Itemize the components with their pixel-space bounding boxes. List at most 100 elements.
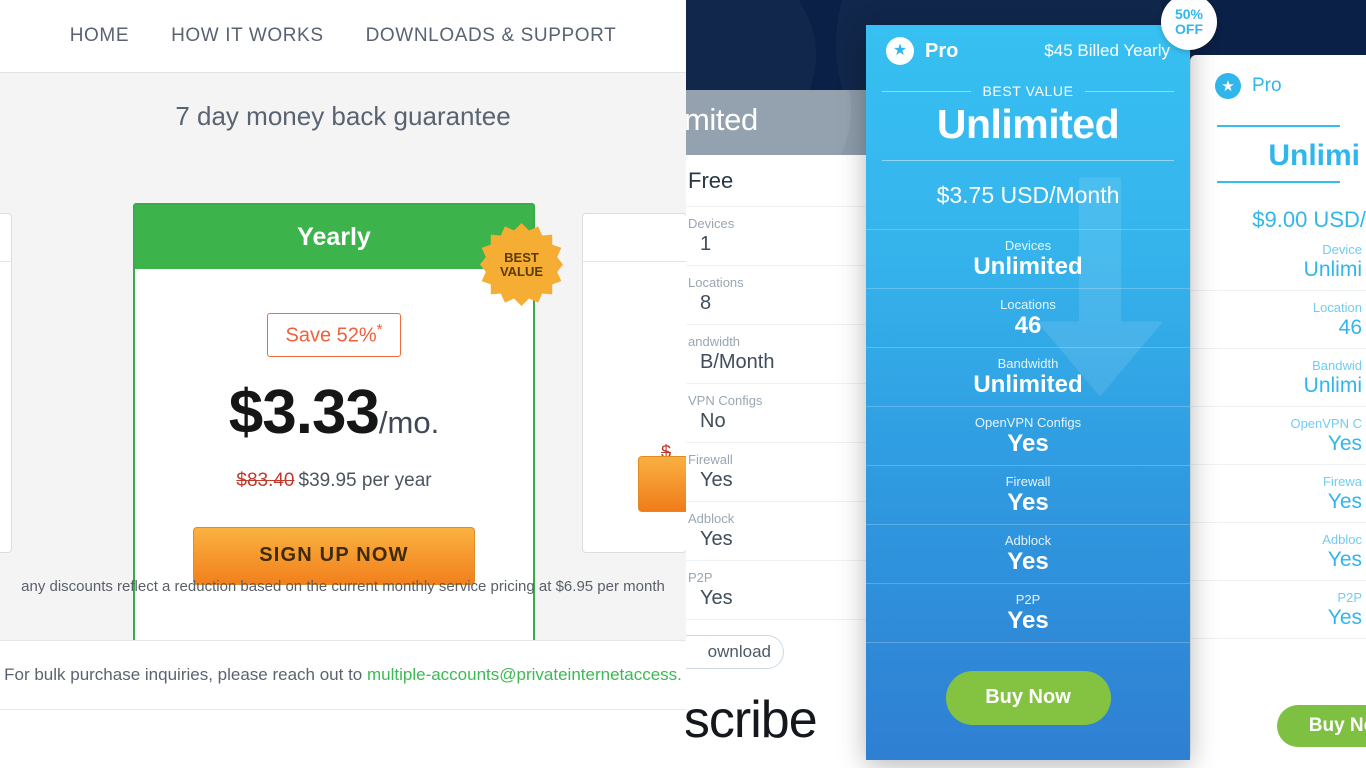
pro-row-firewall: Firewall Yes xyxy=(866,465,1190,524)
plan-card-partial-right[interactable]: $ xyxy=(582,213,686,553)
pro-row-devices: Devices Unlimited xyxy=(866,229,1190,288)
free-row-value: Yes xyxy=(700,528,733,550)
pro-card-price: $3.75 USD/Month xyxy=(936,182,1120,208)
best-value-row: BEST VALUE xyxy=(866,77,1190,99)
plan-card-partial-left[interactable] xyxy=(0,213,12,553)
free-row-locations: Locations 8 xyxy=(686,266,868,325)
row-value: Yes xyxy=(1327,605,1362,629)
row-value: Unlimi xyxy=(1303,373,1362,397)
pro-row-locations: Locations 46 xyxy=(866,288,1190,347)
row-value: 46 xyxy=(1014,311,1042,339)
free-row-label: Firewall xyxy=(688,452,733,467)
free-plan-header: mited xyxy=(686,90,868,155)
free-row-devices: Devices 1 xyxy=(686,207,868,266)
pro-card-headline: Unlimited xyxy=(936,101,1120,147)
row-label: Locations xyxy=(1000,296,1056,312)
free-plan-name: Free xyxy=(686,155,868,207)
price-line: $3.33/mo. xyxy=(135,377,533,448)
pro-card-plan: ★ Pro xyxy=(886,37,958,65)
pro-row-adblock: Adblock Yes xyxy=(866,524,1190,583)
divider-left xyxy=(882,90,972,92)
row-label: Firewa xyxy=(1322,473,1362,489)
free-row-value: Yes xyxy=(700,587,733,609)
free-row-value: 1 xyxy=(700,233,712,255)
row-value: Yes xyxy=(1327,489,1362,513)
money-back-guarantee-heading: 7 day money back guarantee xyxy=(175,101,511,131)
save-badge: Save 52%* xyxy=(267,313,401,357)
discount-badge-off: OFF xyxy=(1175,21,1203,37)
best-value-line2: VALUE xyxy=(499,263,544,279)
pro-row-openvpn-configs: OpenVPN Configs Yes xyxy=(866,406,1190,465)
signup-button-partial-right[interactable] xyxy=(638,456,686,512)
free-row-label: VPN Configs xyxy=(688,393,763,408)
bulk-purchase-label: For bulk purchase inquiries, please reac… xyxy=(4,665,367,684)
row-label: P2P xyxy=(1337,589,1362,605)
save-badge-asterisk: * xyxy=(376,321,383,338)
free-row-openvpn-configs: VPN Configs No xyxy=(686,384,868,443)
yearly-plan-header: Yearly xyxy=(135,205,533,269)
row-value: Yes xyxy=(1007,547,1049,575)
free-download-button[interactable]: ownload xyxy=(686,635,784,669)
yearly-price-line: $83.40 $39.95 per year xyxy=(135,470,533,492)
pro-light-row-bandwidth: Bandwid Unlimi xyxy=(1191,349,1366,407)
star-icon: ★ xyxy=(886,37,914,65)
free-plan-header-title: mited xyxy=(686,102,758,137)
divider-right xyxy=(1084,90,1175,92)
discount-badge-percent: 50% xyxy=(1174,6,1204,23)
buy-now-button[interactable]: Buy Now xyxy=(945,670,1111,725)
pro-plan-column-light[interactable]: ★ Pro Unlimi $9.00 USD/ Device Unlimi Lo… xyxy=(1190,55,1366,755)
free-row-label: Devices xyxy=(688,216,735,231)
nav-link-how-it-works[interactable]: HOW IT WORKS xyxy=(171,25,324,47)
pro-card-cta-area: Buy Now xyxy=(866,642,1190,752)
plan-card-header xyxy=(0,214,11,262)
bulk-purchase-text: For bulk purchase inquiries, please reac… xyxy=(0,665,686,685)
yearly-plan-title: Yearly xyxy=(297,222,371,251)
divider xyxy=(1217,125,1340,127)
free-row-label: Locations xyxy=(688,275,744,290)
pro-light-header: ★ Pro xyxy=(1191,55,1366,117)
pia-footer-spacer xyxy=(0,710,686,768)
pro-light-row-firewall: Firewa Yes xyxy=(1191,465,1366,523)
pro-plan-card[interactable]: ★ Pro $45 Billed Yearly BEST VALUE Unlim… xyxy=(866,25,1190,760)
nav-link-downloads-support[interactable]: DOWNLOADS & SUPPORT xyxy=(366,25,617,47)
pro-row-p2p: P2P Yes xyxy=(866,583,1190,642)
buy-now-button-light[interactable]: Buy No xyxy=(1277,705,1366,747)
pro-card-billing-note: $45 Billed Yearly xyxy=(1044,41,1170,60)
pro-row-bandwidth: Bandwidth Unlimited xyxy=(866,347,1190,406)
pro-light-plan-name: Pro xyxy=(1252,75,1282,96)
pro-card-plan-name: Pro xyxy=(925,39,959,62)
pro-light-row-locations: Location 46 xyxy=(1191,291,1366,349)
free-plan-column[interactable]: mited Free Devices 1 Locations 8 andwidt… xyxy=(686,90,868,690)
plan-card-header xyxy=(583,214,686,262)
sign-up-now-button[interactable]: SIGN UP NOW xyxy=(193,526,475,585)
free-row-label: P2P xyxy=(688,570,713,585)
row-label: Bandwid xyxy=(1312,357,1362,373)
pro-card-header: ★ Pro $45 Billed Yearly xyxy=(866,25,1190,77)
row-label: OpenVPN Configs xyxy=(974,414,1082,430)
old-yearly-price: $83.40 xyxy=(236,469,295,491)
row-value: Yes xyxy=(1007,488,1049,516)
pro-light-row-devices: Device Unlimi xyxy=(1191,233,1366,291)
row-value: Unlimi xyxy=(1303,257,1362,281)
free-row-p2p: P2P Yes xyxy=(686,561,868,620)
screenshot-root: HOME HOW IT WORKS DOWNLOADS & SUPPORT 7 … xyxy=(0,0,1366,768)
best-value-line1: BEST xyxy=(504,249,539,265)
row-value: Yes xyxy=(1007,429,1049,457)
monthly-price: $3.33 xyxy=(228,377,380,447)
bulk-purchase-email-link[interactable]: multiple-accounts@privateinternetaccess. xyxy=(367,665,682,684)
pro-light-row-p2p: P2P Yes xyxy=(1191,581,1366,639)
row-label: Devices xyxy=(1004,237,1052,253)
row-label: Device xyxy=(1322,241,1362,257)
row-value: 46 xyxy=(1338,315,1362,339)
save-badge-label: Save 52% xyxy=(285,324,377,347)
row-value: Yes xyxy=(1327,431,1362,455)
free-row-value: Yes xyxy=(700,469,733,491)
pro-light-headline: Unlimi xyxy=(1268,139,1360,172)
pricing-footnote: any discounts reflect a reduction based … xyxy=(21,578,665,595)
row-value: Yes xyxy=(1007,606,1049,634)
free-row-value: 8 xyxy=(700,292,712,314)
free-row-label: andwidth xyxy=(688,334,741,349)
nav-link-home[interactable]: HOME xyxy=(70,25,129,47)
hero-glow-circle xyxy=(686,0,816,90)
row-value: Unlimited xyxy=(973,370,1083,398)
